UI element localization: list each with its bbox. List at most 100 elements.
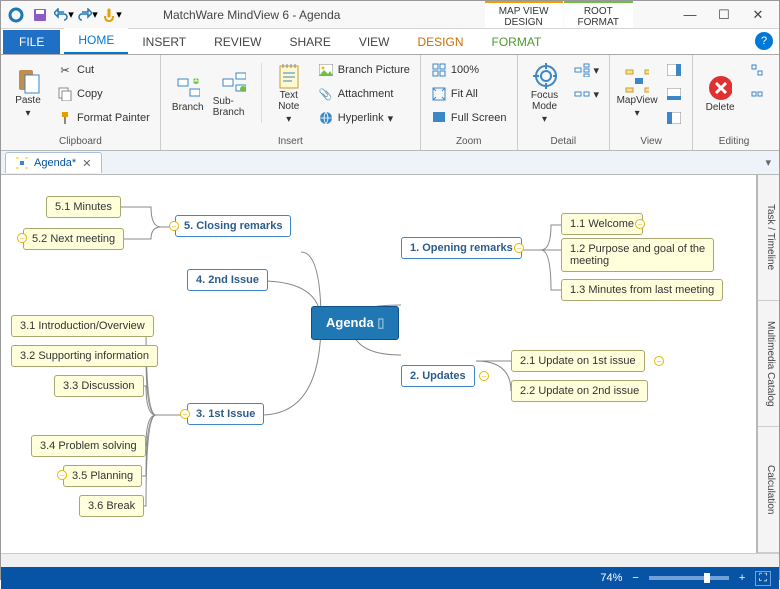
mindmap-canvas[interactable]: Agenda ▯ 1. Opening remarks 1.1 Welcome … xyxy=(1,175,757,553)
detail-collapse-button[interactable]: ▾ xyxy=(570,83,604,105)
node-supporting[interactable]: 3.2 Supporting information xyxy=(11,345,158,367)
save-icon[interactable] xyxy=(29,4,51,26)
node-discussion[interactable]: 3.3 Discussion xyxy=(54,375,144,397)
fit-icon xyxy=(431,86,447,102)
panel-bottom-icon xyxy=(666,86,682,102)
node-minutes[interactable]: 5.1 Minutes xyxy=(46,196,121,218)
collapse-handle[interactable]: – xyxy=(57,470,67,480)
tabs-dropdown-icon[interactable]: ▾ xyxy=(757,156,779,169)
zoom-slider[interactable] xyxy=(649,576,729,580)
app-icon[interactable] xyxy=(5,4,27,26)
document-tab-label: Agenda* xyxy=(34,157,76,169)
split-icon xyxy=(749,62,765,78)
format-painter-button[interactable]: Format Painter xyxy=(53,107,154,129)
zoom-in-button[interactable]: + xyxy=(739,572,745,584)
tab-insert[interactable]: INSERT xyxy=(128,30,200,54)
textnote-icon xyxy=(277,64,301,88)
tab-format[interactable]: FORMAT xyxy=(478,30,556,54)
full-screen-button[interactable]: Full Screen xyxy=(427,107,511,129)
tab-home[interactable]: HOME xyxy=(64,28,128,54)
tab-review[interactable]: REVIEW xyxy=(200,30,275,54)
node-problem[interactable]: 3.4 Problem solving xyxy=(31,435,146,457)
ribbon: Paste▾ ✂Cut Copy Format Painter Clipboar… xyxy=(1,55,779,151)
edit-opt2-button[interactable] xyxy=(745,83,769,105)
view-panel3-button[interactable] xyxy=(662,107,686,129)
close-button[interactable]: ✕ xyxy=(741,3,775,27)
tab-file[interactable]: FILE xyxy=(3,30,60,54)
side-panel-tabs: Task / Timeline Multimedia Catalog Calcu… xyxy=(757,175,779,553)
view-panel2-button[interactable] xyxy=(662,83,686,105)
panel-multimedia[interactable]: Multimedia Catalog xyxy=(758,301,779,427)
collapse-handle[interactable]: – xyxy=(169,221,179,231)
tab-share[interactable]: SHARE xyxy=(275,30,344,54)
tab-design[interactable]: DESIGN xyxy=(404,30,478,54)
focus-mode-button[interactable]: Focus Mode▾ xyxy=(524,59,566,129)
node-next-meeting[interactable]: 5.2 Next meeting xyxy=(23,228,124,250)
touch-mode-icon[interactable]: ▾ xyxy=(101,4,123,26)
node-update2[interactable]: 2.2 Update on 2nd issue xyxy=(511,380,648,402)
view-panel1-button[interactable] xyxy=(662,59,686,81)
collapse-handle[interactable]: – xyxy=(180,409,190,419)
node-updates[interactable]: 2. Updates xyxy=(401,365,475,387)
root-node[interactable]: Agenda ▯ xyxy=(311,306,399,340)
edit-opt1-button[interactable] xyxy=(745,59,769,81)
delete-button[interactable]: Delete xyxy=(699,59,741,129)
maximize-button[interactable]: ☐ xyxy=(707,3,741,27)
document-tab[interactable]: Agenda* ✕ xyxy=(5,152,102,173)
tab-view[interactable]: VIEW xyxy=(345,30,404,54)
node-planning[interactable]: 3.5 Planning xyxy=(63,465,142,487)
fit-all-button[interactable]: Fit All xyxy=(427,83,511,105)
panel-calculation[interactable]: Calculation xyxy=(758,427,779,553)
collapse-handle[interactable]: – xyxy=(479,371,489,381)
doc-icon xyxy=(14,155,30,171)
node-closing[interactable]: 5. Closing remarks xyxy=(175,215,291,237)
branch-button[interactable]: Branch xyxy=(167,59,209,129)
node-opening-remarks[interactable]: 1. Opening remarks xyxy=(401,237,522,259)
group-editing: Delete Editing xyxy=(693,55,775,150)
group-insert: Branch Sub-Branch Text Note▾ Branch Pict… xyxy=(161,55,421,150)
mapview-icon xyxy=(625,69,649,93)
horizontal-scrollbar[interactable] xyxy=(1,553,779,567)
window-controls: — ☐ ✕ xyxy=(673,3,775,27)
hyperlink-button[interactable]: Hyperlink▾ xyxy=(314,107,414,129)
close-tab-button[interactable]: ✕ xyxy=(80,157,93,170)
node-intro[interactable]: 3.1 Introduction/Overview xyxy=(11,315,154,337)
redo-icon[interactable]: ▾ xyxy=(77,4,99,26)
attachment-button[interactable]: 📎Attachment xyxy=(314,83,414,105)
help-button[interactable]: ? xyxy=(755,32,773,50)
undo-icon[interactable]: ▾ xyxy=(53,4,75,26)
expand-icon xyxy=(574,62,590,78)
collapse-handle[interactable]: – xyxy=(514,243,524,253)
branch-picture-button[interactable]: Branch Picture xyxy=(314,59,414,81)
group-label-clipboard: Clipboard xyxy=(7,135,154,148)
note-icon: ▯ xyxy=(377,315,384,330)
merge-icon xyxy=(749,86,765,102)
workspace: Agenda ▯ 1. Opening remarks 1.1 Welcome … xyxy=(1,175,779,553)
node-break[interactable]: 3.6 Break xyxy=(79,495,144,517)
node-update1[interactable]: 2.1 Update on 1st issue xyxy=(511,350,645,372)
node-1st-issue[interactable]: 3. 1st Issue xyxy=(187,403,264,425)
node-welcome[interactable]: 1.1 Welcome xyxy=(561,213,643,235)
detail-expand-button[interactable]: ▾ xyxy=(570,59,604,81)
collapse-handle[interactable]: – xyxy=(17,233,27,243)
minimize-button[interactable]: — xyxy=(673,3,707,27)
mapview-button[interactable]: MapView▾ xyxy=(616,59,658,129)
zoom-fit-button[interactable]: ⛶ xyxy=(755,571,771,586)
copy-icon xyxy=(57,86,73,102)
titlebar: ▾ ▾ ▾ MatchWare MindView 6 - Agenda MAP … xyxy=(1,1,779,29)
cut-button[interactable]: ✂Cut xyxy=(53,59,154,81)
textnote-button[interactable]: Text Note▾ xyxy=(268,59,310,129)
node-2nd-issue[interactable]: 4. 2nd Issue xyxy=(187,269,268,291)
zoom-100-button[interactable]: 100% xyxy=(427,59,511,81)
panel-task-timeline[interactable]: Task / Timeline xyxy=(758,175,779,301)
node-minutes-last[interactable]: 1.3 Minutes from last meeting xyxy=(561,279,723,301)
zoom-out-button[interactable]: − xyxy=(632,572,638,584)
collapse-handle[interactable]: – xyxy=(635,219,645,229)
collapse-handle[interactable]: – xyxy=(654,356,664,366)
copy-button[interactable]: Copy xyxy=(53,83,154,105)
node-purpose[interactable]: 1.2 Purpose and goal of the meeting xyxy=(561,238,714,272)
subbranch-button[interactable]: Sub-Branch xyxy=(213,59,255,129)
paste-button[interactable]: Paste▾ xyxy=(7,59,49,129)
group-zoom: 100% Fit All Full Screen Zoom xyxy=(421,55,518,150)
group-label-view: View xyxy=(616,135,686,148)
